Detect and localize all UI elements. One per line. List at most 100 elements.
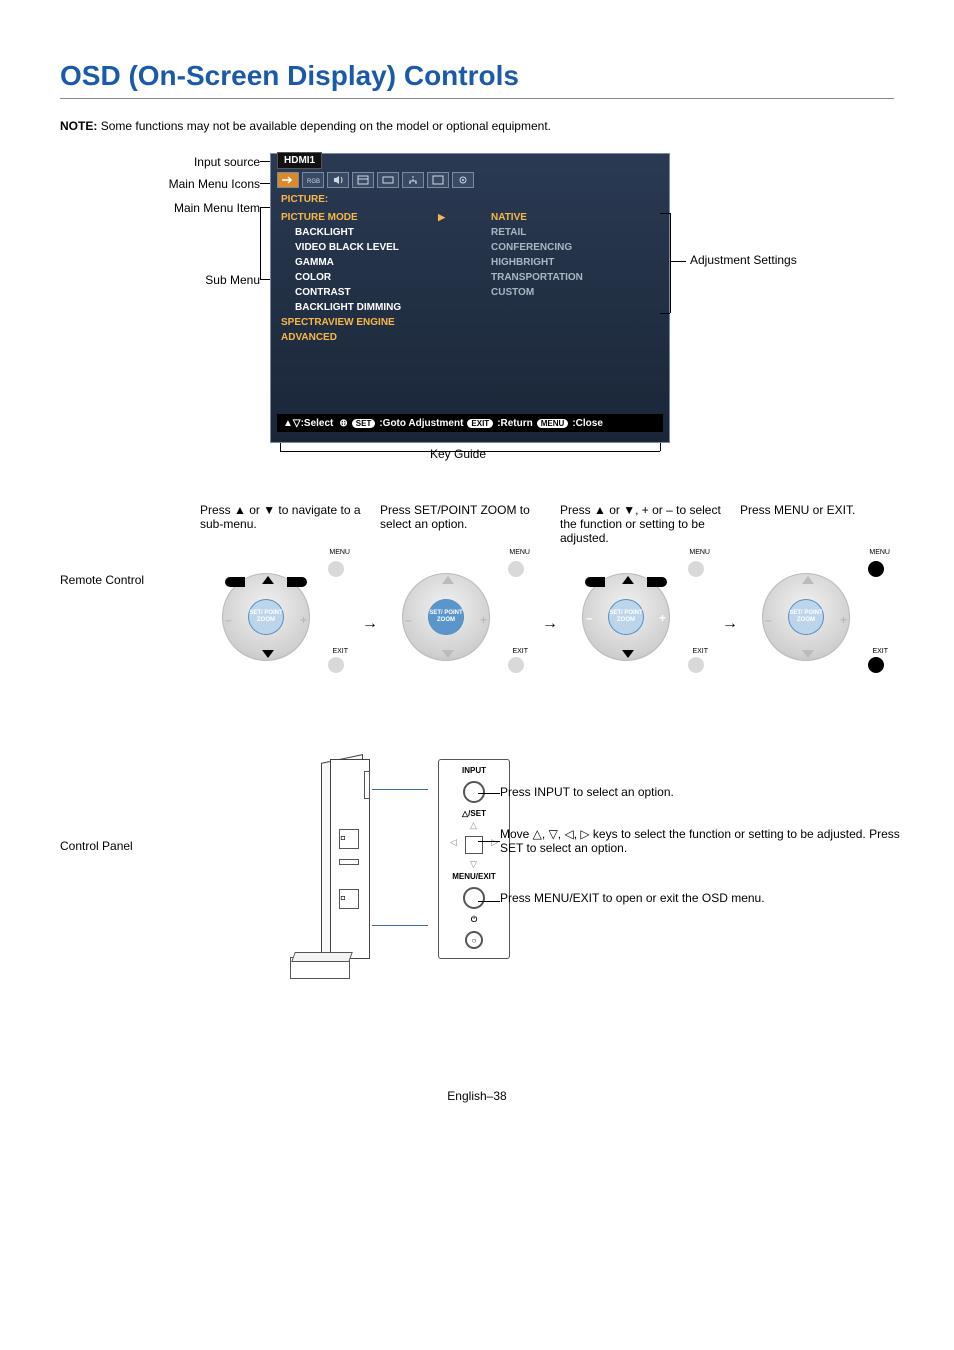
leader-line bbox=[260, 207, 261, 279]
zoom-line bbox=[372, 925, 428, 926]
remote-plus-icon: + bbox=[840, 613, 847, 627]
osd-annotated-figure: Input source Main Menu Icons Main Menu I… bbox=[60, 153, 894, 473]
leader-line bbox=[660, 213, 670, 214]
cp-device-btn bbox=[339, 859, 359, 865]
page-footer: English–38 bbox=[60, 1089, 894, 1103]
remote-pad-2: → MENU SET/ POINT ZOOM – + EXIT bbox=[380, 559, 530, 679]
kg-text: :Goto Adjustment bbox=[379, 418, 463, 429]
cp-menu-btn bbox=[463, 887, 485, 909]
osd-adjust-item: CONFERENCING bbox=[491, 240, 583, 255]
osd-top-item: ADVANCED bbox=[281, 330, 451, 345]
cp-input-btn bbox=[463, 781, 485, 803]
cp-info2: Move △, ▽, ◁, ▷ keys to select the funct… bbox=[500, 827, 910, 855]
cp-info1: Press INPUT to select an option. bbox=[500, 785, 674, 799]
remote-up-icon bbox=[622, 576, 634, 584]
remote-plus-icon: + bbox=[480, 613, 487, 627]
osd-adjust-item: RETAIL bbox=[491, 225, 583, 240]
osd-icon-picture: RGB bbox=[302, 172, 324, 188]
remote-minus-icon: – bbox=[405, 613, 412, 627]
leader-line bbox=[670, 213, 671, 313]
remote-pad-4: → MENU SET/ POINT ZOOM – + EXIT bbox=[740, 559, 890, 679]
leader-line bbox=[478, 841, 500, 842]
remote-dpad: SET/ POINT ZOOM – + bbox=[402, 573, 490, 661]
remote-wing bbox=[647, 577, 667, 587]
leader-line bbox=[660, 443, 661, 451]
remote-center: SET/ POINT ZOOM bbox=[428, 599, 464, 635]
osd-adjust-item: TRANSPORTATION bbox=[491, 270, 583, 285]
annot-key-guide: Key Guide bbox=[430, 447, 486, 461]
osd-top-item: SPECTRAVIEW ENGINE bbox=[281, 315, 451, 330]
cp-info3: Press MENU/EXIT to open or exit the OSD … bbox=[500, 891, 765, 905]
control-panel-label: Control Panel bbox=[60, 839, 260, 989]
kg-exit-pill: EXIT bbox=[467, 419, 493, 428]
remote-menu-btn bbox=[508, 561, 524, 577]
annot-main-icons: Main Menu Icons bbox=[169, 177, 260, 191]
remote-exit-btn bbox=[868, 657, 884, 673]
cp-up-icon: △ bbox=[470, 820, 477, 831]
remote-minus-icon: – bbox=[586, 611, 593, 625]
osd-icon-input bbox=[277, 172, 299, 188]
step-arrow-icon: → bbox=[362, 615, 378, 633]
osd-input-badge: HDMI1 bbox=[277, 152, 322, 169]
remote-menu-label: MENU bbox=[689, 549, 710, 556]
zoom-line bbox=[372, 789, 428, 790]
remote-menu-btn bbox=[688, 561, 704, 577]
osd-sub-item: COLOR bbox=[281, 270, 451, 285]
kg-updown-icon: ▲▽ bbox=[283, 418, 301, 429]
remote-up-icon bbox=[802, 576, 814, 584]
osd-menu-col: PICTURE MODE▶ BACKLIGHT VIDEO BLACK LEVE… bbox=[281, 210, 451, 345]
leader-line bbox=[478, 793, 500, 794]
note-label: NOTE: bbox=[60, 119, 97, 133]
remote-wing bbox=[585, 577, 605, 587]
osd-icon-network bbox=[402, 172, 424, 188]
remote-up-icon bbox=[442, 576, 454, 584]
kg-plus-icon: ⊕ bbox=[339, 418, 347, 429]
remote-exit-btn bbox=[508, 657, 524, 673]
remote-exit-btn bbox=[328, 657, 344, 673]
osd-row-selected: PICTURE MODE▶ bbox=[281, 210, 451, 225]
osd-icon-system bbox=[452, 172, 474, 188]
osd-icon-protect bbox=[427, 172, 449, 188]
remote-down-icon bbox=[622, 650, 634, 658]
remote-dpad: SET/ POINT ZOOM – + bbox=[762, 573, 850, 661]
remote-exit-label: EXIT bbox=[332, 648, 348, 655]
remote-menu-label: MENU bbox=[329, 549, 350, 556]
remote-section: Remote Control Press ▲ or ▼ to navigate … bbox=[60, 503, 894, 679]
osd-section-title: PICTURE: bbox=[281, 194, 328, 205]
osd-sub-item: BACKLIGHT bbox=[281, 225, 451, 240]
remote-down-icon bbox=[442, 650, 454, 658]
kg-menu-pill: MENU bbox=[537, 419, 569, 428]
note-text: Some functions may not be available depe… bbox=[101, 119, 551, 133]
osd-sub-item: GAMMA bbox=[281, 255, 451, 270]
annot-main-item: Main Menu Item bbox=[174, 201, 260, 215]
remote-dpad: SET/ POINT ZOOM – + bbox=[222, 573, 310, 661]
cp-power-btn: ○ bbox=[465, 931, 483, 949]
annot-input-source: Input source bbox=[194, 155, 260, 169]
annot-adjustment: Adjustment Settings bbox=[690, 253, 797, 267]
osd-screen: HDMI1 RGB PICTURE: PICTURE MODE▶ BACKLIG… bbox=[270, 153, 670, 443]
step-arrow-icon: → bbox=[722, 615, 738, 633]
remote-menu-btn bbox=[868, 561, 884, 577]
remote-label: Remote Control bbox=[60, 573, 190, 587]
cp-left-icon: ◁ bbox=[450, 837, 457, 848]
osd-sub-item: CONTRAST bbox=[281, 285, 451, 300]
osd-adjust-col: NATIVE RETAIL CONFERENCING HIGHBRIGHT TR… bbox=[491, 210, 583, 300]
remote-up-icon bbox=[262, 576, 274, 584]
title-rule bbox=[60, 98, 894, 99]
remote-down-icon bbox=[262, 650, 274, 658]
remote-dpad: SET/ POINT ZOOM – + bbox=[582, 573, 670, 661]
remote-plus-icon: + bbox=[659, 611, 666, 625]
osd-key-guide-bar: ▲▽ :Select ⊕ SET :Goto Adjustment EXIT :… bbox=[277, 414, 663, 432]
remote-center: SET/ POINT ZOOM bbox=[608, 599, 644, 635]
control-panel-section: Control Panel ▫ ▫ INPUT △/SET △ bbox=[60, 759, 894, 989]
leader-line bbox=[670, 261, 686, 262]
leader-line bbox=[280, 443, 281, 451]
remote-exit-label: EXIT bbox=[692, 648, 708, 655]
osd-icon-schedule bbox=[352, 172, 374, 188]
remote-center: SET/ POINT ZOOM bbox=[248, 599, 284, 635]
cp-device-btn: ▫ bbox=[339, 889, 359, 909]
remote-wing bbox=[225, 577, 245, 587]
osd-adjust-selected: NATIVE bbox=[491, 210, 583, 225]
kg-text: :Select bbox=[301, 418, 334, 429]
page-title: OSD (On-Screen Display) Controls bbox=[60, 60, 894, 92]
